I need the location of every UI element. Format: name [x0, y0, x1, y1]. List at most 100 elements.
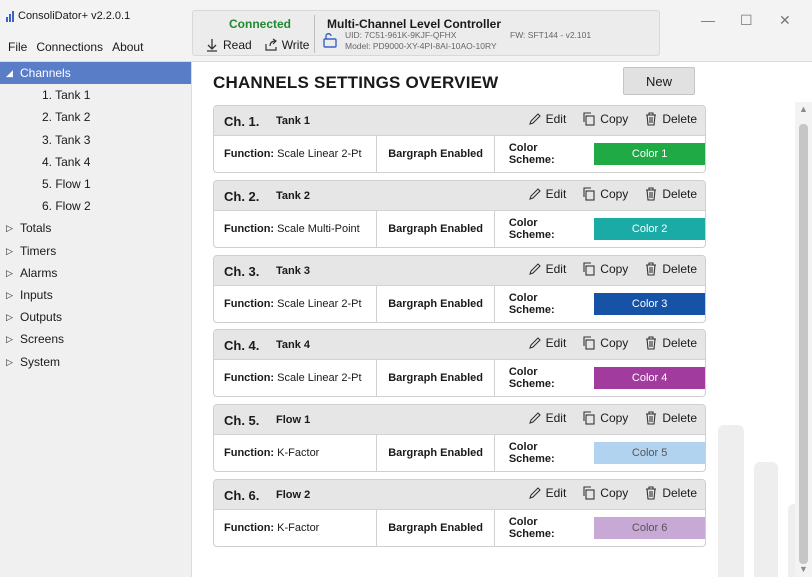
tree-item-timers[interactable]: ▷ Timers — [0, 240, 191, 262]
copy-icon — [583, 187, 595, 201]
channel-number: Ch. 3. — [224, 263, 260, 279]
tree-item-channel-1[interactable]: 1. Tank 1 — [0, 84, 191, 106]
vertical-scrollbar[interactable]: ▲ ▼ — [795, 102, 812, 577]
tree-item-label: Outputs — [20, 310, 63, 325]
edit-button[interactable]: Edit — [528, 187, 566, 201]
color-scheme-cell: Color Scheme: Color 1 — [495, 136, 705, 172]
copy-label: Copy — [600, 486, 629, 500]
unlocked-padlock-icon[interactable] — [322, 31, 340, 49]
scroll-down-icon[interactable]: ▼ — [799, 564, 808, 574]
delete-label: Delete — [662, 261, 697, 276]
read-button[interactable]: Read — [205, 38, 252, 52]
channel-name: Tank 3 — [276, 264, 311, 277]
write-button[interactable]: Write — [264, 38, 309, 52]
copy-button[interactable]: Copy — [582, 336, 628, 350]
tree-item-inputs[interactable]: ▷ Inputs — [0, 284, 191, 306]
collapsed-triangle-icon: ▷ — [6, 245, 13, 256]
tree-item-channel-2[interactable]: 2. Tank 2 — [0, 106, 191, 128]
edit-label: Edit — [545, 411, 567, 426]
edit-button[interactable]: Edit — [528, 336, 566, 350]
copy-button[interactable]: Copy — [582, 411, 628, 425]
delete-button[interactable]: Delete — [644, 336, 697, 350]
edit-button[interactable]: Edit — [528, 411, 567, 426]
color-scheme-cell: Color Scheme: Color 4 — [495, 360, 705, 396]
function-label: Function: — [224, 148, 275, 160]
channel-name: Flow 2 — [276, 489, 311, 501]
scroll-thumb[interactable] — [799, 124, 808, 564]
tree-item-label: Timers — [20, 243, 57, 258]
trash-icon — [646, 336, 657, 350]
pencil-icon — [528, 113, 541, 125]
edit-button[interactable]: Edit — [528, 486, 566, 500]
delete-button[interactable]: Delete — [644, 112, 697, 126]
device-model: Model: PD9000-XY-4PI-8AI-10AO-10RY — [345, 41, 497, 51]
channel-number: Ch. 2. — [224, 188, 260, 204]
pencil-icon — [528, 412, 541, 425]
channel-number: Ch. 5. — [224, 413, 260, 429]
trash-icon — [646, 411, 657, 425]
connection-panel: Connected Read Write Multi-Channel Level… — [192, 10, 660, 56]
collapsed-triangle-icon: ▷ — [6, 267, 13, 278]
minimize-button[interactable]: — — [701, 12, 715, 28]
tree-item-channel-5[interactable]: 5. Flow 1 — [0, 173, 191, 195]
close-button[interactable]: ✕ — [779, 12, 791, 29]
channel-card-body: Function: Scale Linear 2-Pt Bargraph Enab… — [214, 360, 705, 397]
copy-button[interactable]: Copy — [582, 486, 628, 500]
scroll-up-icon[interactable]: ▲ — [799, 104, 808, 114]
menu-connections[interactable]: Connections — [36, 40, 103, 54]
color-scheme-cell: Color Scheme: Color 3 — [495, 286, 705, 322]
channel-card-header: Ch. 5. Flow 1 Edit Copy Delete — [214, 405, 705, 436]
copy-label: Copy — [600, 186, 629, 201]
channel-card-body: Function: K-Factor Bargraph Enabled Color … — [214, 435, 705, 472]
tree-item-channel-3[interactable]: 3. Tank 3 — [0, 129, 191, 151]
collapsed-triangle-icon: ▷ — [6, 223, 13, 234]
copy-button[interactable]: Copy — [582, 262, 628, 276]
channel-card-body: Function: Scale Linear 2-Pt Bargraph Enab… — [214, 285, 705, 322]
function-cell: Function: Scale Multi-Point — [214, 210, 378, 247]
delete-button[interactable]: Delete — [644, 262, 697, 276]
menu-about[interactable]: About — [112, 40, 143, 54]
pencil-icon — [528, 487, 541, 499]
connection-status: Connected — [229, 17, 292, 31]
channel-card-header: Ch. 1. Tank 1 Edit Copy Delete — [214, 106, 705, 136]
channel-card: Ch. 2. Tank 2 Edit Copy Delete Function: Scal… — [213, 179, 706, 248]
tree-item-channels[interactable]: ◢ Channels — [0, 62, 191, 85]
delete-button[interactable]: Delete — [644, 411, 697, 425]
share-arrow-icon — [265, 38, 277, 51]
tree-item-label: Totals — [20, 221, 52, 236]
collapsed-triangle-icon: ▷ — [6, 334, 13, 345]
trash-icon — [646, 112, 657, 126]
channel-card: Ch. 3. Tank 3 Edit Copy Delete Function: Scal… — [213, 254, 706, 323]
expanded-triangle-icon: ◢ — [6, 68, 13, 79]
edit-label: Edit — [545, 112, 567, 126]
maximize-button[interactable]: ☐ — [740, 12, 753, 29]
color-scheme-label: Color Scheme: — [508, 516, 555, 540]
tree-item-system[interactable]: ▷ System — [0, 350, 191, 372]
function-value: Scale Linear 2-Pt — [277, 372, 362, 385]
edit-button[interactable]: Edit — [528, 262, 566, 276]
edit-button[interactable]: Edit — [528, 112, 567, 126]
tree-item-channel-6[interactable]: 6. Flow 2 — [0, 195, 191, 217]
menu-file[interactable]: File — [8, 40, 27, 54]
new-channel-button[interactable]: New — [623, 67, 695, 95]
copy-button[interactable]: Copy — [582, 112, 628, 126]
pencil-icon — [528, 337, 541, 350]
tree-item-channel-4[interactable]: 4. Tank 4 — [0, 151, 191, 173]
color-scheme-cell: Color Scheme: Color 5 — [495, 435, 705, 471]
tree-item-totals[interactable]: ▷ Totals — [0, 217, 191, 239]
function-cell: Function: K-Factor — [214, 510, 378, 546]
tree-item-label: Inputs — [20, 287, 53, 302]
tree-item-screens[interactable]: ▷ Screens — [0, 328, 191, 350]
delete-button[interactable]: Delete — [644, 187, 697, 201]
channel-card: Ch. 1. Tank 1 Edit Copy Delete Function: Scal… — [213, 105, 706, 173]
function-cell: Function: K-Factor — [214, 435, 378, 472]
channel-card-header: Ch. 2. Tank 2 Edit Copy Delete — [214, 180, 705, 211]
delete-button[interactable]: Delete — [644, 486, 697, 500]
color-swatch: Color 4 — [594, 367, 705, 390]
delete-label: Delete — [662, 336, 697, 351]
copy-button[interactable]: Copy — [582, 187, 628, 201]
function-label: Function: — [224, 297, 275, 310]
tree-item-alarms[interactable]: ▷ Alarms — [0, 262, 191, 284]
tree-item-outputs[interactable]: ▷ Outputs — [0, 306, 191, 328]
bargraph-status: Bargraph Enabled — [377, 360, 495, 397]
